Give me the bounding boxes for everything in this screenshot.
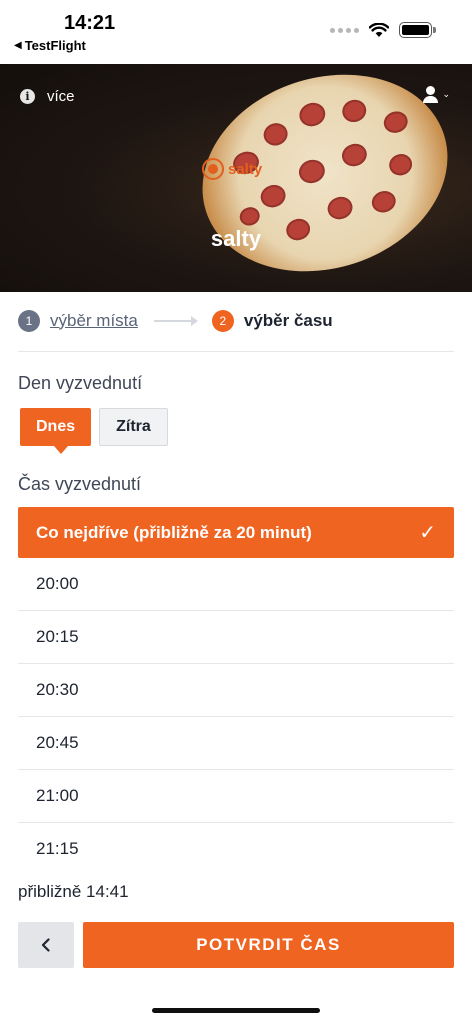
status-indicators: [330, 22, 436, 38]
back-app-label: TestFlight: [24, 38, 86, 53]
day-option-today[interactable]: Dnes: [20, 408, 92, 454]
chevron-down-icon: ⌄: [442, 89, 450, 99]
logo-mark-icon: [202, 158, 224, 180]
step-time: 2 výběr času: [211, 309, 333, 332]
more-info-button[interactable]: i více: [20, 88, 75, 105]
step-2-number: 2: [211, 309, 234, 332]
chevron-left-icon: [41, 938, 50, 952]
time-option[interactable]: 20:30: [18, 664, 454, 717]
status-bar: 14:21 ◀ TestFlight: [0, 0, 472, 64]
time-option-label: Co nejdříve (přibližně za 20 minut): [36, 522, 312, 542]
step-1-label[interactable]: výběr místa: [50, 311, 138, 331]
day-option-tomorrow[interactable]: Zítra: [99, 408, 168, 446]
pickup-day-selector: Dnes Zítra: [20, 408, 168, 454]
user-icon: [423, 86, 439, 103]
time-option[interactable]: 21:00: [18, 770, 454, 823]
pickup-time-heading: Čas vyzvednutí: [18, 474, 142, 494]
battery-icon: [399, 22, 436, 38]
more-info-label: více: [47, 88, 75, 105]
logo-text: salty: [228, 160, 263, 178]
confirm-time-button[interactable]: POTVRDIT ČAS: [83, 922, 454, 968]
step-location[interactable]: 1 výběr místa: [18, 309, 138, 332]
time-option-asap[interactable]: Co nejdříve (přibližně za 20 minut) ✓: [18, 507, 454, 558]
approx-pickup-time: přibližně 14:41: [18, 882, 129, 901]
checkmark-icon: ✓: [419, 522, 436, 544]
arrow-right-icon: [153, 315, 198, 326]
back-to-app-link[interactable]: ◀ TestFlight: [14, 38, 86, 53]
time-option[interactable]: 21:15: [18, 823, 454, 863]
restaurant-logo: salty: [202, 158, 262, 180]
wifi-icon: [369, 22, 389, 37]
back-triangle-icon: ◀: [14, 40, 22, 51]
pickup-day-heading: Den vyzvednutí: [18, 373, 143, 393]
restaurant-title: salty: [210, 226, 262, 251]
signal-icon: [330, 27, 359, 33]
time-option[interactable]: 20:00: [18, 558, 454, 611]
pickup-time-list[interactable]: Co nejdříve (přibližně za 20 minut) ✓ 20…: [18, 507, 454, 863]
status-time: 14:21: [64, 12, 116, 34]
info-icon: i: [20, 89, 35, 104]
checkout-stepper: 1 výběr místa 2 výběr času: [18, 309, 454, 352]
back-button[interactable]: [18, 922, 74, 968]
time-option[interactable]: 20:45: [18, 717, 454, 770]
step-2-label: výběr času: [243, 310, 333, 330]
user-menu-button[interactable]: ⌄: [423, 86, 450, 103]
home-indicator[interactable]: [152, 1008, 320, 1013]
restaurant-hero: i více ⌄ salty salty: [0, 64, 472, 292]
footer-actions: POTVRDIT ČAS: [18, 922, 454, 968]
time-option[interactable]: 20:15: [18, 611, 454, 664]
step-1-number: 1: [18, 309, 40, 332]
